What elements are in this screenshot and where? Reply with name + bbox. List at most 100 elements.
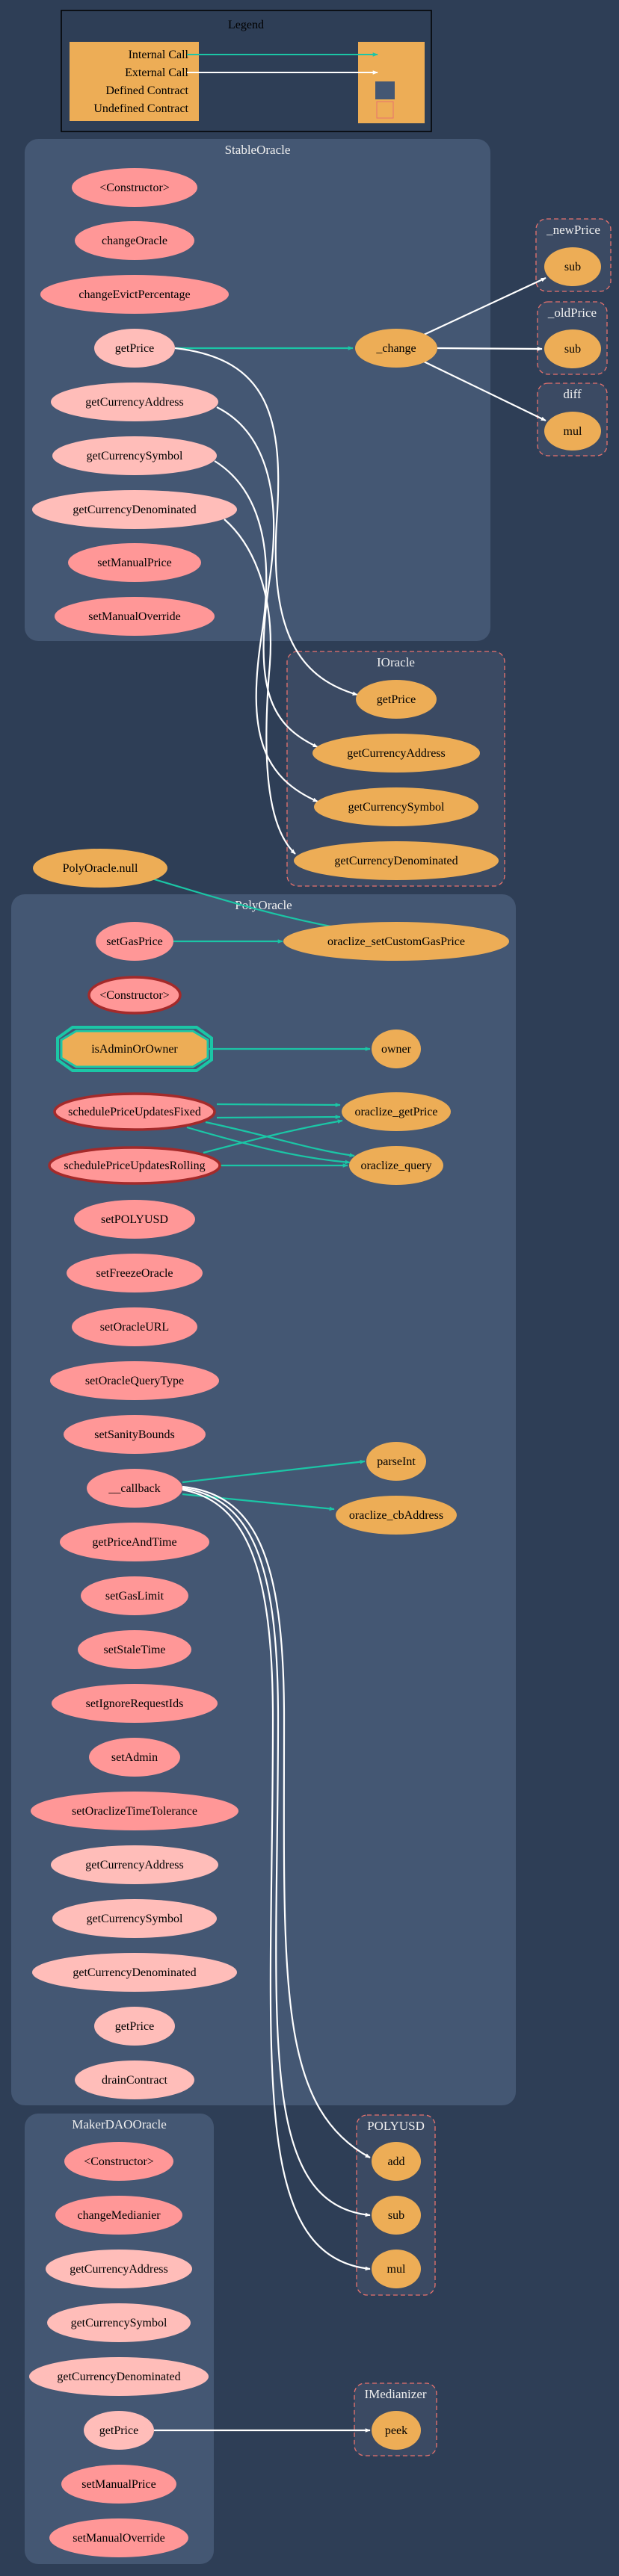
node-po-setquerytype[interactable]: setOracleQueryType [50, 1361, 219, 1400]
node-op-sub[interactable]: sub [544, 329, 601, 368]
node-po-getcurden[interactable]: getCurrencyDenominated [32, 1953, 237, 1992]
node-po-setfreeze[interactable]: setFreezeOracle [67, 1254, 203, 1292]
node-label: sub [564, 261, 581, 273]
node-label: getCurrencySymbol [348, 801, 445, 814]
node-po-ctor[interactable]: <Constructor> [87, 976, 182, 1015]
node-po-setstaletime[interactable]: setStaleTime [78, 1630, 191, 1669]
node-label: sub [388, 2209, 404, 2222]
node-label: oraclize_query [360, 1159, 431, 1172]
node-so-getcuraddr[interactable]: getCurrencyAddress [51, 383, 218, 421]
node-label: oraclize_getPrice [354, 1106, 437, 1118]
cluster-label: StableOracle [225, 143, 291, 157]
node-po-getpriceandtime[interactable]: getPriceAndTime [60, 1523, 209, 1561]
node-po-null[interactable]: PolyOracle.null [33, 849, 167, 888]
node-po-isadminorowner[interactable]: isAdminOrOwner [56, 1026, 213, 1072]
node-label: __callback [108, 1482, 160, 1495]
node-md-setmanualprice[interactable]: setManualPrice [61, 2465, 176, 2504]
node-label: parseInt [377, 1455, 416, 1468]
node-so-ctor[interactable]: <Constructor> [72, 168, 197, 207]
node-label: getCurrencyAddress [70, 2263, 168, 2276]
node-label: setFreezeOracle [96, 1267, 173, 1280]
node-label: setAdmin [111, 1751, 158, 1764]
node-po-setadmin[interactable]: setAdmin [89, 1738, 180, 1777]
node-po-oraclizequery[interactable]: oraclize_query [349, 1146, 443, 1185]
node-po-parseint[interactable]: parseInt [366, 1442, 426, 1481]
node-po-schedrolling[interactable]: schedulePriceUpdatesRolling [48, 1146, 221, 1185]
node-label: setManualPrice [97, 557, 172, 569]
node-label: oraclize_setCustomGasPrice [327, 935, 465, 948]
node-md-setmanualoverride[interactable]: setManualOverride [49, 2518, 188, 2557]
cluster-label: _newPrice [546, 223, 600, 237]
node-po-schedfixed[interactable]: schedulePriceUpdatesFixed [53, 1092, 216, 1131]
node-po-oraclizegetprice[interactable]: oraclize_getPrice [342, 1092, 451, 1131]
node-md-changemed[interactable]: changeMedianier [55, 2196, 182, 2235]
node-md-getcurden[interactable]: getCurrencyDenominated [29, 2357, 209, 2396]
node-label: setManualPrice [81, 2478, 156, 2491]
node-po-callback[interactable]: __callback [87, 1469, 182, 1508]
node-so-getprice[interactable]: getPrice [94, 329, 175, 368]
node-label: setIgnoreRequestIds [86, 1697, 184, 1710]
node-io-getcursym[interactable]: getCurrencySymbol [314, 787, 478, 826]
node-pu-sub[interactable]: sub [372, 2196, 421, 2235]
node-io-getprice[interactable]: getPrice [356, 680, 437, 719]
node-po-getprice[interactable]: getPrice [94, 2007, 175, 2046]
node-so-setmanualprice[interactable]: setManualPrice [68, 543, 201, 582]
node-label: setGasLimit [105, 1590, 164, 1603]
node-io-getcuraddr[interactable]: getCurrencyAddress [312, 734, 480, 773]
node-po-drain[interactable]: drainContract [75, 2061, 194, 2099]
node-po-cbaddress[interactable]: oraclize_cbAddress [336, 1496, 457, 1535]
node-po-oraclizesetgas[interactable]: oraclize_setCustomGasPrice [283, 922, 509, 961]
external-call-edge-2 [437, 347, 543, 351]
node-po-setpolyusd[interactable]: setPOLYUSD [74, 1200, 195, 1239]
node-label: sub [564, 343, 581, 356]
node-po-setgasprice[interactable]: setGasPrice [96, 922, 173, 961]
node-np-sub[interactable]: sub [544, 247, 601, 286]
call-graph: Legend Internal Call External Call Defin… [11, 10, 612, 2564]
node-label: isAdminOrOwner [91, 1043, 178, 1056]
node-label: getPrice [115, 342, 154, 355]
node-label: getPrice [115, 2020, 154, 2033]
node-so-change[interactable]: _change [355, 329, 437, 368]
node-label: changeMedianier [77, 2209, 161, 2222]
node-md-ctor[interactable]: <Constructor> [64, 2142, 173, 2181]
node-so-getcurden[interactable]: getCurrencyDenominated [32, 490, 237, 529]
node-so-changeoracle[interactable]: changeOracle [75, 221, 194, 260]
node-label: setOraclizeTimeTolerance [72, 1805, 197, 1818]
node-md-getprice[interactable]: getPrice [84, 2411, 154, 2450]
legend-item-external-call: External Call [125, 66, 188, 79]
node-im-peek[interactable]: peek [372, 2411, 421, 2450]
node-label: getCurrencySymbol [87, 1913, 183, 1925]
node-po-setignore[interactable]: setIgnoreRequestIds [52, 1684, 218, 1723]
node-pu-mul[interactable]: mul [372, 2250, 421, 2288]
node-po-setgaslimit[interactable]: setGasLimit [81, 1576, 188, 1615]
legend-item-internal-call: Internal Call [129, 49, 189, 61]
node-label: getCurrencySymbol [87, 450, 183, 462]
node-po-seturl[interactable]: setOracleURL [72, 1307, 197, 1346]
node-label: schedulePriceUpdatesRolling [64, 1159, 205, 1172]
legend-title: Legend [228, 19, 264, 31]
node-pu-add[interactable]: add [372, 2142, 421, 2181]
node-label: peek [385, 2424, 407, 2437]
node-po-getcursym[interactable]: getCurrencySymbol [52, 1899, 217, 1938]
legend-item-defined-contract: Defined Contract [105, 84, 188, 97]
node-label: drainContract [102, 2074, 168, 2087]
node-so-changeevict[interactable]: changeEvictPercentage [40, 275, 229, 314]
node-md-getcuraddr[interactable]: getCurrencyAddress [46, 2250, 192, 2288]
node-io-getcurden[interactable]: getCurrencyDenominated [294, 841, 499, 880]
node-po-setsanity[interactable]: setSanityBounds [64, 1415, 206, 1454]
node-so-getcursym[interactable]: getCurrencySymbol [52, 436, 217, 475]
node-so-setmanualoverride[interactable]: setManualOverride [55, 597, 215, 636]
node-label: mul [387, 2263, 406, 2276]
node-md-getcursym[interactable]: getCurrencySymbol [47, 2303, 191, 2342]
legend-item-undefined-contract: Undefined Contract [93, 102, 188, 115]
node-label: setGasPrice [106, 935, 163, 948]
node-label: <Constructor> [84, 2155, 154, 2168]
node-po-settolerance[interactable]: setOraclizeTimeTolerance [31, 1792, 238, 1830]
node-label: changeOracle [102, 235, 167, 247]
node-label: getPrice [377, 693, 416, 706]
node-po-owner[interactable]: owner [372, 1030, 421, 1068]
node-label: getCurrencyAddress [85, 396, 184, 409]
node-label: setManualOverride [73, 2532, 165, 2545]
node-po-getcuraddr[interactable]: getCurrencyAddress [51, 1845, 218, 1884]
node-diff-mul[interactable]: mul [544, 412, 601, 451]
